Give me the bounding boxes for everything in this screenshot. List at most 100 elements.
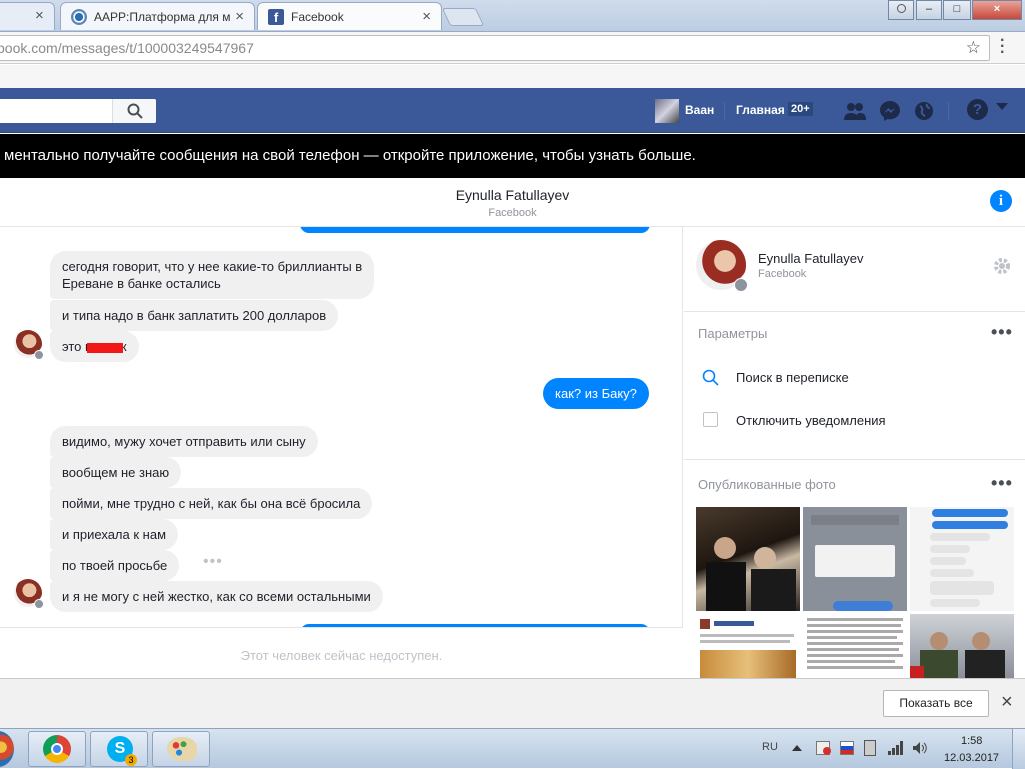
show-hidden-icons-arrow[interactable] — [792, 745, 802, 751]
composer-bar: Этот человек сейчас недоступен. — [0, 627, 683, 678]
notifications-globe-icon[interactable] — [914, 101, 934, 121]
search-button[interactable] — [112, 99, 156, 123]
clock-date[interactable]: 12.03.2017 — [944, 752, 999, 764]
home-link[interactable]: Главная — [736, 103, 785, 117]
close-downloads-icon[interactable]: × — [1001, 691, 1013, 714]
mute-checkbox[interactable] — [703, 412, 718, 427]
message-bubble[interactable]: и типа надо в банк заплатить 200 долларо… — [50, 300, 339, 331]
shared-photo[interactable] — [910, 614, 1014, 678]
info-icon[interactable]: i — [990, 190, 1012, 212]
chrome-icon — [43, 735, 71, 763]
shared-photo[interactable] — [696, 614, 800, 678]
message-text: и я не могу с ней жестко, как со всеми о… — [62, 589, 371, 604]
language-indicator[interactable]: RU — [762, 741, 778, 753]
close-icon[interactable]: × — [35, 7, 44, 24]
redaction-mark — [87, 343, 123, 353]
shared-photo[interactable] — [803, 614, 907, 678]
params-more-icon[interactable]: ••• — [991, 322, 1013, 343]
header-divider — [724, 102, 725, 120]
profile-subtitle: Facebook — [758, 268, 807, 280]
close-window-button[interactable]: × — [972, 0, 1022, 20]
facebook-badge-icon — [34, 350, 44, 360]
windows-taskbar: S 3 RU 1:58 12.03.2017 — [0, 728, 1025, 769]
messenger-icon[interactable] — [879, 100, 901, 122]
tab-facebook[interactable]: f Facebook × — [257, 2, 442, 30]
message-bubble[interactable]: это п к — [50, 331, 139, 362]
message-bubble[interactable]: вообщем не знаю — [50, 457, 182, 488]
taskbar-skype-button[interactable]: S 3 — [90, 731, 148, 767]
account-menu-arrow-icon[interactable] — [996, 103, 1008, 110]
outgoing-bubble-partial — [300, 227, 650, 233]
tray-device-icon[interactable] — [864, 740, 876, 756]
start-button[interactable] — [0, 731, 14, 767]
paint-palette-icon — [167, 737, 197, 761]
network-signal-icon[interactable] — [888, 741, 904, 755]
tab-title: AAPP:Платформа для м — [94, 9, 231, 24]
show-all-downloads-button[interactable]: Показать все — [883, 690, 989, 717]
tray-security-icon[interactable] — [816, 741, 831, 755]
search-input[interactable] — [0, 99, 156, 123]
divider — [684, 459, 1025, 460]
message-bubble[interactable]: пойми, мне трудно с ней, как бы она всё … — [50, 488, 373, 519]
shared-photo[interactable] — [803, 507, 907, 611]
facebook-badge-icon — [34, 599, 44, 609]
message-text: видимо, мужу хочет отправить или сыну — [62, 434, 306, 449]
chrome-menu-icon[interactable]: · · · — [1000, 33, 1005, 61]
conversation-info-panel: Eynulla Fatullayev Facebook Параметры ••… — [684, 227, 1025, 678]
message-bubble[interactable]: видимо, мужу хочет отправить или сыну — [50, 426, 318, 457]
search-in-conversation-link[interactable]: Поиск в переписке — [736, 370, 849, 385]
taskbar-paint-button[interactable] — [152, 731, 210, 767]
message-bubble[interactable]: и приехала к нам — [50, 519, 179, 550]
shared-photos-title: Опубликованные фото — [698, 477, 836, 492]
minimize-button[interactable]: – — [916, 0, 942, 20]
message-thread[interactable]: сегодня говорит, что у нее какие-то брил… — [0, 227, 683, 627]
divider — [684, 311, 1025, 312]
facebook-header: Ваан Главная 20+ ? — [0, 88, 1025, 133]
conversation-subtitle: Facebook — [488, 207, 537, 219]
url-path: /messages/t/100003249547967 — [57, 40, 254, 56]
close-icon[interactable]: × — [235, 8, 244, 25]
params-title: Параметры — [698, 326, 768, 341]
tab-aapp[interactable]: AAPP:Платформа для м × — [60, 2, 255, 30]
conversation-header: Eynulla Fatullayev Facebook i — [0, 179, 1025, 227]
friends-icon[interactable] — [843, 101, 867, 121]
url-host: book.com — [0, 40, 58, 56]
search-icon — [702, 369, 719, 386]
message-bubble-outgoing[interactable]: как? из Баку? — [543, 378, 649, 409]
help-icon[interactable]: ? — [967, 99, 988, 120]
photos-more-icon[interactable]: ••• — [991, 473, 1013, 494]
mobile-app-notice: ментально получайте сообщения на свой те… — [0, 134, 1025, 178]
message-bubble[interactable]: по твоей просьбе — [50, 550, 180, 581]
tray-flag-icon[interactable] — [840, 741, 854, 755]
skype-notification-badge: 3 — [125, 754, 137, 766]
tab-title: Facebook — [291, 9, 344, 24]
maximize-button[interactable]: □ — [943, 0, 971, 20]
user-avatar[interactable] — [655, 99, 679, 123]
profile-name[interactable]: Eynulla Fatullayev — [758, 251, 864, 266]
close-icon[interactable]: × — [422, 8, 431, 25]
home-badge: 20+ — [788, 102, 813, 116]
header-divider — [948, 102, 949, 120]
shared-photo[interactable] — [910, 507, 1014, 611]
aapp-favicon-icon — [71, 8, 87, 25]
message-bubble[interactable]: сегодня говорит, что у нее какие-то брил… — [50, 251, 375, 299]
bookmark-star-icon[interactable]: ☆ — [966, 36, 981, 60]
show-desktop-button[interactable] — [1012, 729, 1025, 769]
settings-gear-icon[interactable] — [993, 257, 1011, 275]
user-name-link[interactable]: Ваан — [685, 103, 714, 117]
profile-icon[interactable] — [888, 0, 914, 20]
new-tab-button[interactable] — [441, 8, 485, 26]
facebook-badge-icon — [734, 278, 748, 292]
search-icon — [127, 103, 143, 119]
volume-icon[interactable] — [912, 741, 928, 755]
taskbar-chrome-button[interactable] — [28, 731, 86, 767]
message-text: и типа надо в банк заплатить 200 долларо… — [62, 308, 327, 323]
message-bubble[interactable]: и я не могу с ней жестко, как со всеми о… — [50, 581, 383, 612]
message-text: как? из Баку? — [555, 386, 637, 401]
url-input[interactable]: book.com/messages/t/100003249547967 ☆ — [0, 35, 990, 61]
browser-tab-strip: × AAPP:Платформа для м × f Facebook × – … — [0, 0, 1025, 32]
clock-time[interactable]: 1:58 — [961, 735, 982, 747]
message-actions-icon[interactable]: ••• — [203, 553, 223, 571]
shared-photo[interactable] — [696, 507, 800, 611]
tab-fragment[interactable]: × — [0, 2, 55, 30]
